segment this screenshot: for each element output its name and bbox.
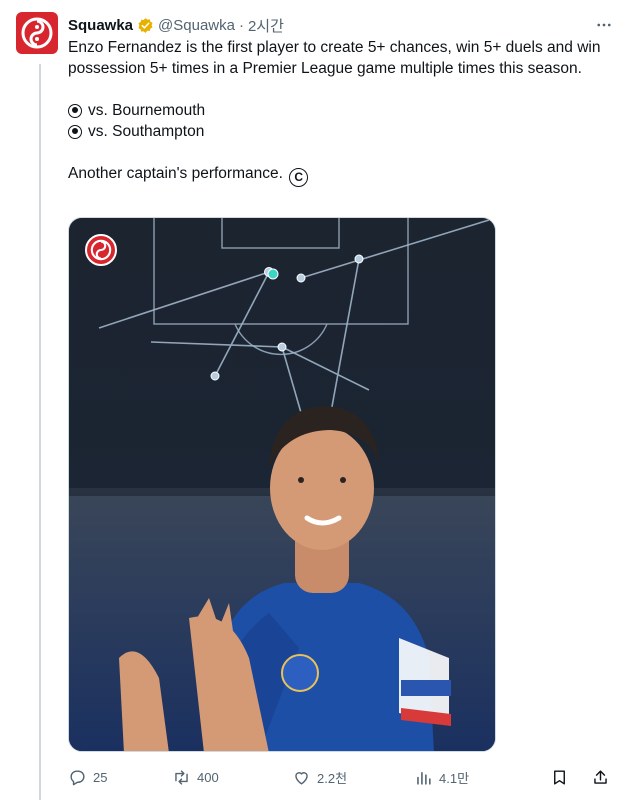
reply-count: 25 (93, 769, 108, 785)
like-count: 2.2천 (317, 770, 348, 786)
radio-button-icon (68, 103, 82, 118)
views-button[interactable]: 4.1만 (414, 768, 542, 787)
bullet-item: vs. Bournemouth (68, 100, 608, 121)
bullet-text: vs. Bournemouth (88, 102, 206, 119)
bookmark-button[interactable] (550, 768, 575, 787)
like-button[interactable]: 2.2천 (292, 768, 414, 787)
tweet-intro: Enzo Fernandez is the first player to cr… (68, 39, 605, 77)
view-count: 4.1만 (439, 770, 470, 786)
retweet-count: 400 (197, 769, 219, 785)
more-options-icon[interactable] (593, 14, 615, 36)
tweet-text: Enzo Fernandez is the first player to cr… (68, 37, 608, 187)
radio-button-icon (68, 124, 82, 139)
timestamp[interactable]: 2시간 (248, 15, 284, 36)
action-bar: 25 400 2.2천 4.1만 (68, 766, 616, 788)
tweet-media-image[interactable] (68, 217, 496, 752)
verified-badge-icon[interactable] (137, 17, 154, 34)
retweet-icon (175, 769, 188, 785)
reply-icon (70, 769, 85, 785)
reply-button[interactable]: 25 (68, 768, 172, 787)
squawka-logo-icon (21, 17, 53, 49)
handle[interactable]: @Squawka (158, 17, 235, 34)
pitch-graphic (69, 218, 495, 751)
bullet-item: vs. Southampton (68, 121, 608, 142)
copyright-icon: C (289, 168, 309, 187)
tweet-outro: Another captain's performance. C (68, 163, 608, 187)
share-button[interactable] (591, 768, 616, 787)
views-chart-icon (417, 771, 431, 785)
avatar[interactable] (16, 12, 58, 54)
retweet-button[interactable]: 400 (172, 768, 292, 787)
thread-line (39, 64, 41, 800)
heart-icon (295, 771, 308, 785)
tweet-outro-text: Another captain's performance. (68, 165, 283, 182)
separator-dot: · (238, 16, 244, 34)
bullet-text: vs. Southampton (88, 123, 205, 140)
bookmark-icon (554, 769, 565, 785)
media-squawka-logo-icon (85, 234, 117, 266)
tweet-header: Squawka @Squawka · 2시간 (68, 14, 615, 36)
share-icon (594, 769, 607, 784)
display-name[interactable]: Squawka (68, 17, 133, 34)
